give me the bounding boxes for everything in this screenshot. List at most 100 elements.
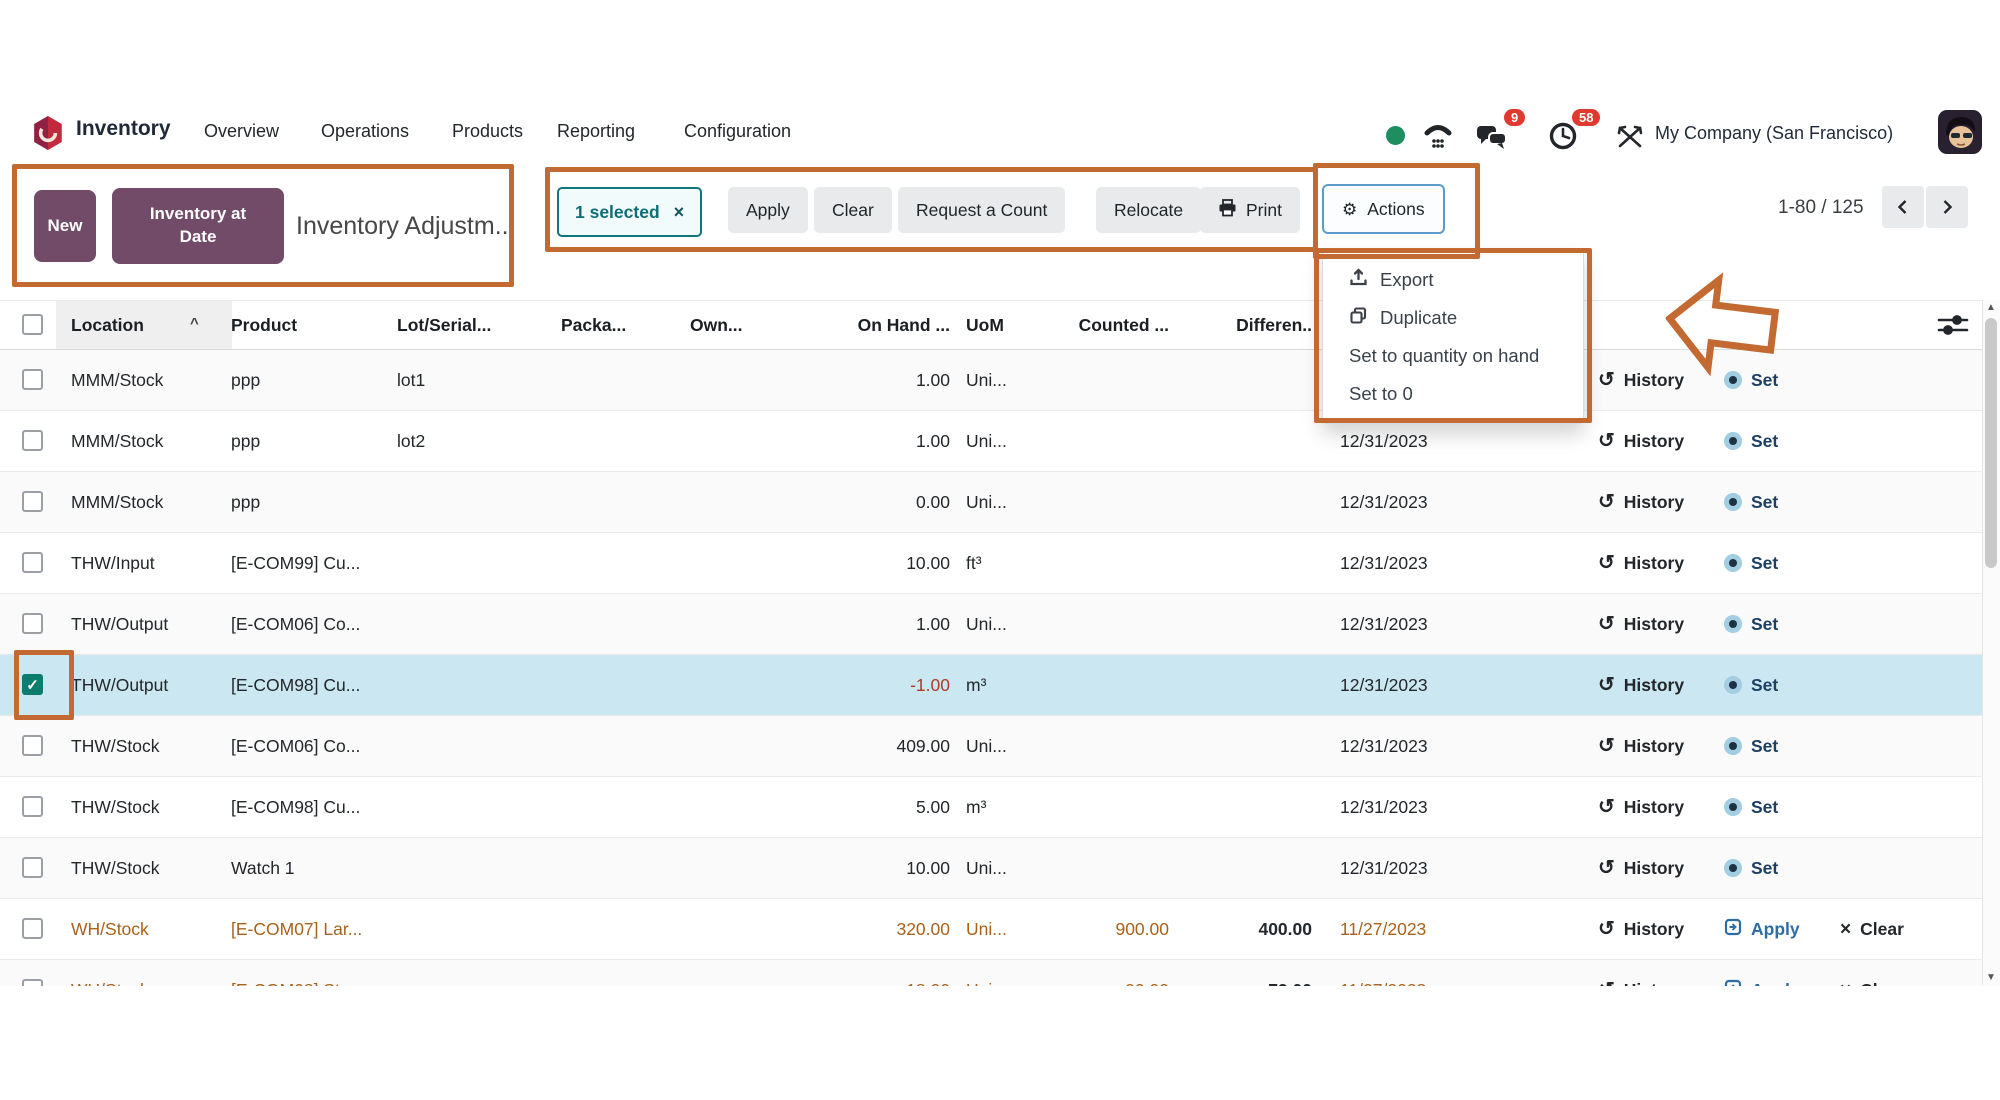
scrollbar-down-icon[interactable]: ▼ <box>1986 972 1996 983</box>
activities-clock-icon[interactable] <box>1548 121 1578 156</box>
messages-icon[interactable] <box>1476 124 1510 157</box>
row-checkbox[interactable] <box>22 369 43 390</box>
apply-button[interactable]: Apply <box>728 187 808 233</box>
row-checkbox[interactable] <box>22 430 43 451</box>
table-row[interactable]: WH/Stock [E-COM07] Lar... 320.00 Uni... … <box>0 899 2000 960</box>
set-button[interactable]: Set <box>1724 411 1778 471</box>
cell-counted[interactable] <box>989 777 1169 837</box>
menu-overview[interactable]: Overview <box>204 121 279 142</box>
company-switcher[interactable]: My Company (San Francisco) <box>1655 123 1893 144</box>
cell-counted[interactable] <box>989 472 1169 532</box>
odoo-app-logo[interactable] <box>30 115 66 151</box>
row-checkbox[interactable] <box>22 979 43 986</box>
history-button[interactable]: ↺ History <box>1598 411 1684 471</box>
table-row[interactable]: THW/Stock Watch 1 10.00 Uni... 12/31/202… <box>0 838 2000 899</box>
header-counted[interactable]: Counted ... <box>989 301 1169 349</box>
cell-location: THW/Stock <box>71 716 223 776</box>
deselect-icon[interactable]: × <box>674 202 685 223</box>
select-all-checkbox[interactable] <box>22 314 43 335</box>
row-checkbox[interactable] <box>22 857 43 878</box>
clear-button[interactable]: Clear <box>814 187 892 233</box>
row-checkbox[interactable] <box>22 735 43 756</box>
history-button[interactable]: ↺ History <box>1598 472 1684 532</box>
row-clear-button[interactable]: × Clear <box>1840 899 1904 959</box>
table-row[interactable]: THW/Stock [E-COM06] Co... 409.00 Uni... … <box>0 716 2000 777</box>
set-button[interactable]: Set <box>1724 655 1778 715</box>
table-row[interactable]: THW/Input [E-COM99] Cu... 10.00 ft³ 12/3… <box>0 533 2000 594</box>
history-button[interactable]: ↺ History <box>1598 838 1684 898</box>
table-row[interactable]: ✓ THW/Output [E-COM98] Cu... -1.00 m³ 12… <box>0 655 2000 716</box>
row-apply-button[interactable]: Apply <box>1724 899 1800 959</box>
cell-on-hand: 18.00 <box>760 960 950 986</box>
cell-counted[interactable] <box>989 655 1169 715</box>
header-product[interactable]: Product <box>231 301 391 349</box>
request-a-count-button[interactable]: Request a Count <box>898 187 1065 233</box>
print-button[interactable]: Print <box>1200 187 1300 233</box>
new-button[interactable]: New <box>34 190 96 262</box>
cell-counted[interactable] <box>989 594 1169 654</box>
history-button[interactable]: ↺ History <box>1598 655 1684 715</box>
header-difference[interactable]: Differen.. <box>1172 301 1312 349</box>
history-button[interactable]: ↺ History <box>1598 777 1684 837</box>
menu-configuration[interactable]: Configuration <box>684 121 791 142</box>
selected-count-chip[interactable]: 1 selected × <box>557 187 702 237</box>
set-target-icon <box>1724 737 1742 755</box>
crossed-arrows-icon[interactable] <box>1616 124 1644 155</box>
history-button[interactable]: ↺ History <box>1598 960 1684 986</box>
history-button[interactable]: ↺ History <box>1598 716 1684 776</box>
scrollbar-thumb[interactable] <box>1985 318 1997 568</box>
user-avatar[interactable] <box>1938 110 1982 159</box>
header-package[interactable]: Packa... <box>561 301 671 349</box>
cell-on-hand: 10.00 <box>760 533 950 593</box>
history-button[interactable]: ↺ History <box>1598 533 1684 593</box>
header-lot-serial[interactable]: Lot/Serial... <box>397 301 547 349</box>
cell-counted[interactable] <box>989 838 1169 898</box>
table-row[interactable]: THW/Output [E-COM06] Co... 1.00 Uni... 1… <box>0 594 2000 655</box>
annotation-arrow-left <box>1658 263 1785 391</box>
vertical-scrollbar[interactable]: ▲ ▼ <box>1982 300 2000 985</box>
row-checkbox[interactable] <box>22 613 43 634</box>
menu-item-export[interactable]: Export <box>1323 261 1583 299</box>
table-row[interactable]: WH/Stock [E-COM08] St... 18.00 Uni... 90… <box>0 960 2000 986</box>
table-row[interactable]: MMM/Stock ppp lot2 1.00 Uni... 12/31/202… <box>0 411 2000 472</box>
set-button[interactable]: Set <box>1724 716 1778 776</box>
pager-next-button[interactable] <box>1926 186 1968 228</box>
header-on-hand[interactable]: On Hand ... <box>760 301 950 349</box>
menu-item-set-to-quantity-on-hand[interactable]: Set to quantity on hand <box>1323 337 1583 375</box>
set-button[interactable]: Set <box>1724 533 1778 593</box>
table-row[interactable]: MMM/Stock ppp 0.00 Uni... 12/31/2023 ↺ H… <box>0 472 2000 533</box>
row-clear-button[interactable]: × Clear <box>1840 960 1904 986</box>
row-apply-button[interactable]: Apply <box>1724 960 1800 986</box>
menu-products[interactable]: Products <box>452 121 523 142</box>
set-button[interactable]: Set <box>1724 838 1778 898</box>
cell-counted[interactable] <box>989 411 1169 471</box>
set-button[interactable]: Set <box>1724 472 1778 532</box>
table-row[interactable]: THW/Stock [E-COM98] Cu... 5.00 m³ 12/31/… <box>0 777 2000 838</box>
menu-operations[interactable]: Operations <box>321 121 409 142</box>
cell-counted[interactable]: 900.00 <box>989 899 1169 959</box>
actions-button[interactable]: ⚙ Actions <box>1322 184 1445 234</box>
history-button[interactable]: ↺ History <box>1598 594 1684 654</box>
voip-phone-icon[interactable] <box>1422 120 1454 155</box>
cell-counted[interactable]: 90.00 <box>989 960 1169 986</box>
set-button[interactable]: Set <box>1724 594 1778 654</box>
cell-counted[interactable] <box>989 350 1169 410</box>
header-location[interactable]: Location <box>71 301 223 349</box>
row-checkbox[interactable] <box>22 796 43 817</box>
scrollbar-up-icon[interactable]: ▲ <box>1986 302 1996 313</box>
relocate-button[interactable]: Relocate <box>1096 187 1201 233</box>
menu-reporting[interactable]: Reporting <box>557 121 635 142</box>
row-checkbox[interactable] <box>22 552 43 573</box>
menu-item-duplicate[interactable]: Duplicate <box>1323 299 1583 337</box>
row-checkbox[interactable] <box>22 491 43 512</box>
inventory-at-date-button[interactable]: Inventory at Date <box>112 188 284 264</box>
set-button[interactable]: Set <box>1724 777 1778 837</box>
adjust-columns-icon[interactable] <box>1936 312 1970 343</box>
history-button[interactable]: ↺ History <box>1598 899 1684 959</box>
cell-counted[interactable] <box>989 533 1169 593</box>
row-checkbox[interactable] <box>22 918 43 939</box>
menu-item-set-to-0[interactable]: Set to 0 <box>1323 375 1583 413</box>
pager-prev-button[interactable] <box>1882 186 1924 228</box>
row-checkbox[interactable]: ✓ <box>22 674 43 695</box>
cell-counted[interactable] <box>989 716 1169 776</box>
